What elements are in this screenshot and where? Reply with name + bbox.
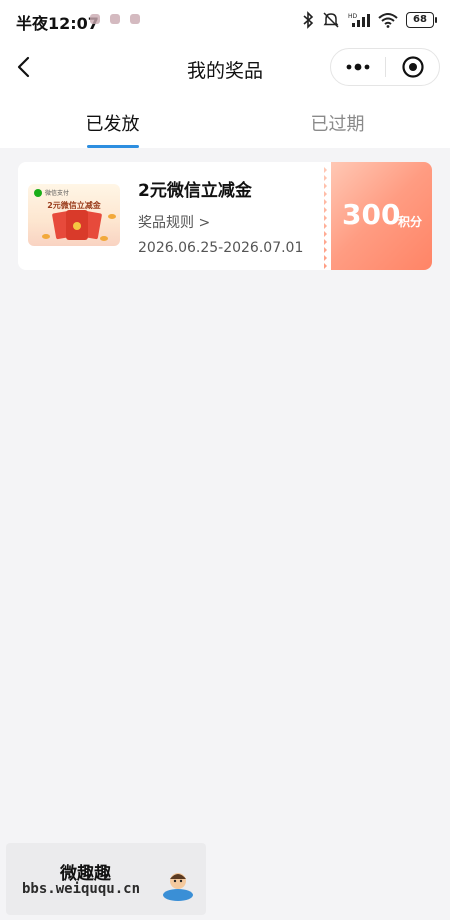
prize-thumbnail: 微信支付 2元微信立减金 (28, 184, 120, 246)
close-miniprogram-button[interactable] (386, 49, 439, 85)
coin-icon (100, 236, 108, 241)
battery-indicator: 68 (406, 12, 437, 28)
red-envelope-icon (66, 210, 88, 240)
prize-rules-link[interactable]: 奖品规则 > (138, 212, 210, 232)
prize-card[interactable]: 微信支付 2元微信立减金 2元微信立减金 奖品规则 > 2026.06.25-2… (18, 162, 432, 270)
tab-expired[interactable]: 已过期 (225, 94, 450, 148)
svg-text:HD: HD (348, 13, 358, 20)
more-button[interactable] (331, 49, 385, 85)
coin-icon (108, 214, 116, 219)
tab-label: 已过期 (310, 114, 365, 135)
thumbnail-brand-label: 微信支付 (45, 190, 70, 197)
navigation-bar: 我的奖品 (0, 40, 450, 94)
notification-icon (130, 14, 140, 24)
notification-icons (90, 14, 140, 24)
miniprogram-capsule (330, 48, 440, 86)
status-indicators: HD 68 (302, 11, 437, 29)
notification-icon (90, 14, 100, 24)
prize-validity: 2026.06.25-2026.07.01 (138, 240, 304, 256)
more-dots-icon (346, 63, 370, 71)
wechat-pay-icon (34, 188, 42, 197)
watermark: 微趣趣 bbs.weiququ.cn (6, 843, 206, 915)
watermark-url: bbs.weiququ.cn (22, 881, 141, 897)
tab-issued[interactable]: 已发放 (0, 94, 225, 148)
notification-icon (110, 14, 120, 24)
status-bar: 半夜12:07 HD 68 (0, 0, 450, 40)
ticket-edge (323, 162, 331, 270)
wifi-icon (378, 13, 398, 28)
close-target-icon (401, 56, 424, 78)
status-time: 半夜12:07 (16, 14, 99, 33)
points-value: 300 (342, 198, 401, 231)
coin-icon (42, 234, 50, 239)
cellular-signal-icon: HD (348, 13, 370, 27)
points-unit: 积分 (398, 215, 423, 229)
prize-title: 2元微信立减金 (138, 181, 252, 201)
active-tab-indicator (86, 145, 139, 148)
mute-icon (323, 12, 339, 28)
tab-bar: 已发放 已过期 (0, 94, 450, 148)
bluetooth-icon (303, 11, 314, 29)
mascot-icon (163, 873, 193, 901)
tab-label: 已发放 (85, 114, 140, 135)
points-panel: 300 积分 (323, 162, 432, 270)
thumbnail-brand: 微信支付 (34, 188, 69, 197)
